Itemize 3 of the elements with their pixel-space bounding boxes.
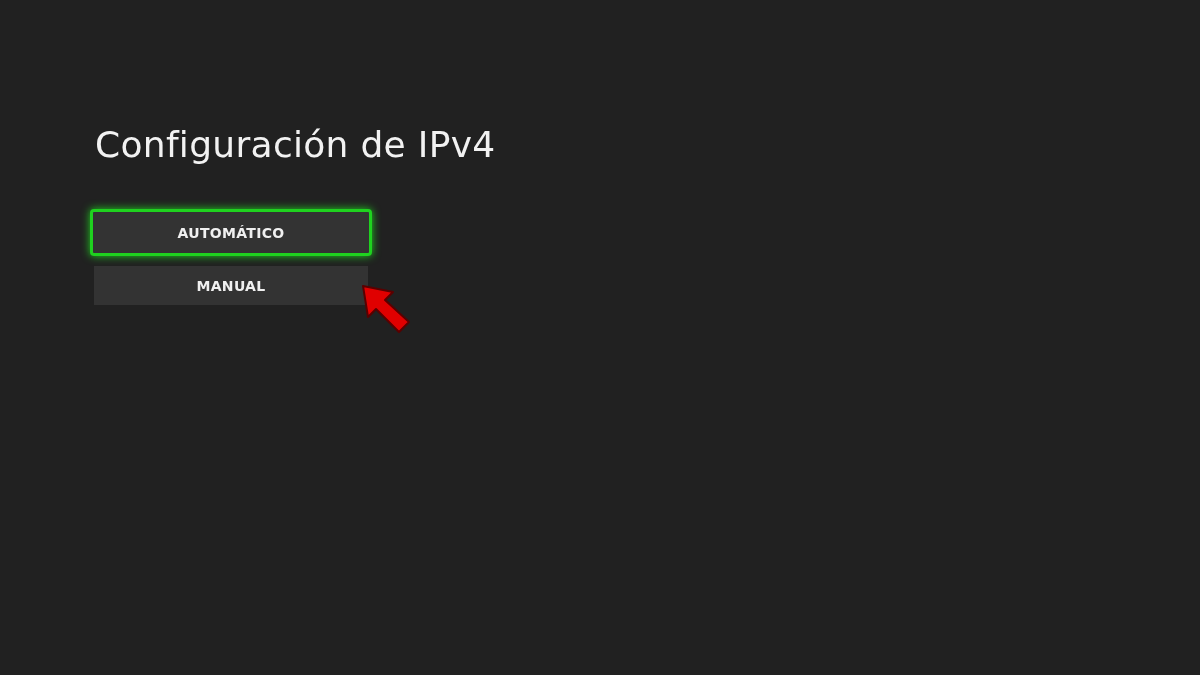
page-title: Configuración de IPv4 [95,124,497,165]
option-button[interactable]: AUTOMÁTICO [90,209,372,256]
option-button[interactable]: MANUAL [94,266,368,305]
